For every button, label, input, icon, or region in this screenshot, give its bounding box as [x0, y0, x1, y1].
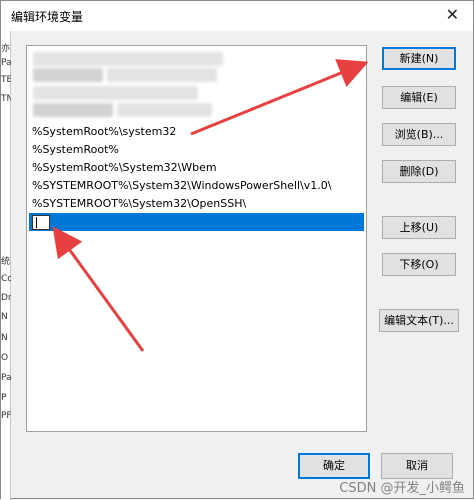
edit-env-var-dialog: 编辑环境变量 ✕ 亦 Pa TE TN 统 Co Dr N N O Pa P P…	[0, 0, 474, 500]
background-window-strip: 亦 Pa TE TN 统 Co Dr N N O Pa P PF	[1, 31, 11, 500]
blurred-entry	[33, 86, 198, 100]
close-icon[interactable]: ✕	[446, 5, 459, 24]
bg-text-0: 亦	[1, 44, 11, 54]
cancel-button[interactable]: 取消	[381, 453, 453, 479]
bg-text-8: 统	[1, 257, 11, 267]
bg-text-15: P	[1, 393, 7, 403]
bg-text-10: Dr	[1, 293, 11, 303]
window-title: 编辑环境变量	[11, 10, 84, 24]
title-bar: 编辑环境变量 ✕	[1, 1, 473, 31]
list-item[interactable]: %SYSTEMROOT%\System32\OpenSSH\	[29, 195, 246, 213]
new-button[interactable]: 新建(N)	[382, 47, 456, 70]
path-list[interactable]: %SystemRoot%\system32 %SystemRoot% %Syst…	[26, 45, 367, 432]
bg-text-1: Pa	[1, 58, 11, 68]
bg-text-9: Co	[1, 274, 11, 284]
text-caret	[36, 217, 37, 228]
list-item[interactable]: %SystemRoot%	[29, 141, 119, 159]
list-item-editing[interactable]	[29, 213, 364, 231]
bg-text-14: Pa	[1, 373, 11, 383]
blurred-entry	[117, 103, 212, 117]
list-item[interactable]: %SystemRoot%\system32	[29, 123, 176, 141]
bg-text-11: N	[1, 312, 8, 322]
blurred-entry	[107, 68, 217, 82]
edit-text-button[interactable]: 编辑文本(T)...	[379, 309, 459, 332]
bg-text-13: O	[1, 353, 9, 363]
bg-text-3: TN	[1, 94, 11, 104]
blurred-entry	[33, 68, 103, 82]
bg-text-16: PF	[1, 411, 11, 421]
ok-button[interactable]: 确定	[298, 453, 370, 479]
delete-button[interactable]: 删除(D)	[382, 160, 456, 183]
bg-text-2: TE	[1, 75, 11, 85]
bg-text-12: N	[1, 333, 8, 343]
blurred-entry	[33, 52, 223, 66]
move-down-button[interactable]: 下移(O)	[382, 253, 456, 276]
blurred-entry	[33, 103, 113, 117]
list-item[interactable]: %SYSTEMROOT%\System32\WindowsPowerShell\…	[29, 177, 331, 195]
watermark: CSDN @开发_小鳄鱼	[339, 481, 465, 496]
list-item[interactable]: %SystemRoot%\System32\Wbem	[29, 159, 217, 177]
new-entry-input[interactable]	[32, 215, 50, 230]
edit-button[interactable]: 编辑(E)	[382, 86, 456, 109]
browse-button[interactable]: 浏览(B)...	[382, 123, 456, 146]
move-up-button[interactable]: 上移(U)	[382, 216, 456, 239]
